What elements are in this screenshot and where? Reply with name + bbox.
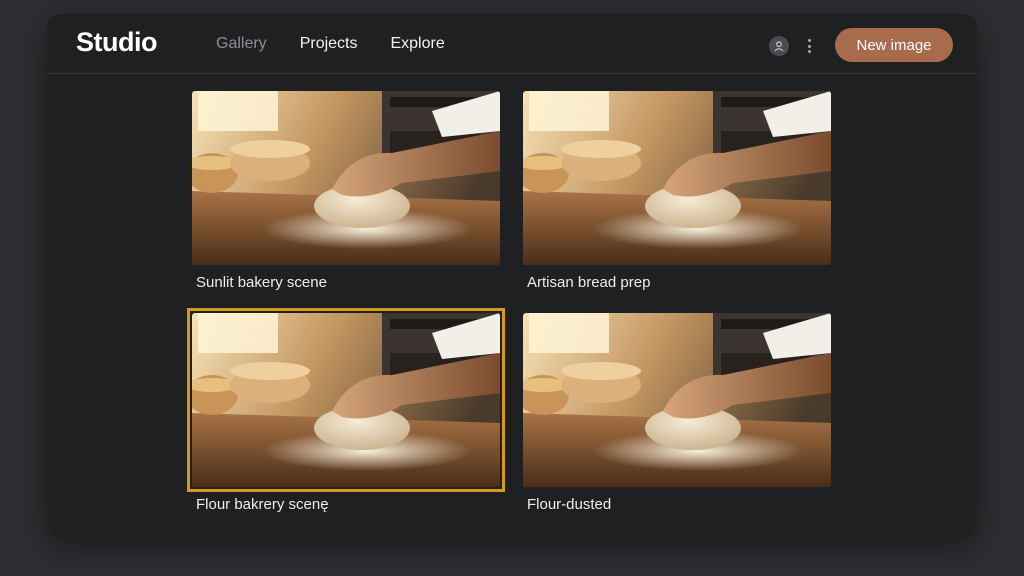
gallery-thumbnail[interactable]: [192, 91, 500, 265]
gallery-caption: Artisan bread prep: [527, 274, 651, 291]
gallery-card[interactable]: Artisan bread prep: [523, 91, 831, 291]
gallery-caption: Flour bakrery scenę: [196, 496, 329, 513]
nav-projects[interactable]: Projects: [300, 35, 358, 53]
gallery-thumbnail[interactable]: [523, 91, 831, 265]
gallery-thumbnail[interactable]: [192, 313, 500, 487]
nav-explore[interactable]: Explore: [390, 35, 444, 53]
user-icon[interactable]: [769, 36, 789, 56]
app-window: Studio Gallery Projects Explore New imag…: [47, 14, 977, 538]
nav-gallery[interactable]: Gallery: [216, 35, 267, 53]
gallery-card-selected[interactable]: Flour bakrery scenę: [187, 308, 505, 513]
main-nav: Gallery Projects Explore: [216, 35, 478, 53]
gallery-card[interactable]: Flour-dusted: [523, 313, 831, 513]
kebab-menu-icon[interactable]: [804, 39, 814, 53]
gallery-card[interactable]: Sunlit bakery scene: [192, 91, 500, 291]
gallery-caption: Flour-dusted: [527, 496, 612, 513]
new-image-button[interactable]: New image: [835, 28, 953, 62]
top-navigation-bar: Studio Gallery Projects Explore New imag…: [47, 14, 977, 74]
gallery-thumbnail[interactable]: [523, 313, 831, 487]
app-logo[interactable]: Studio: [76, 27, 157, 58]
gallery-caption: Sunlit bakery scene: [196, 274, 327, 291]
